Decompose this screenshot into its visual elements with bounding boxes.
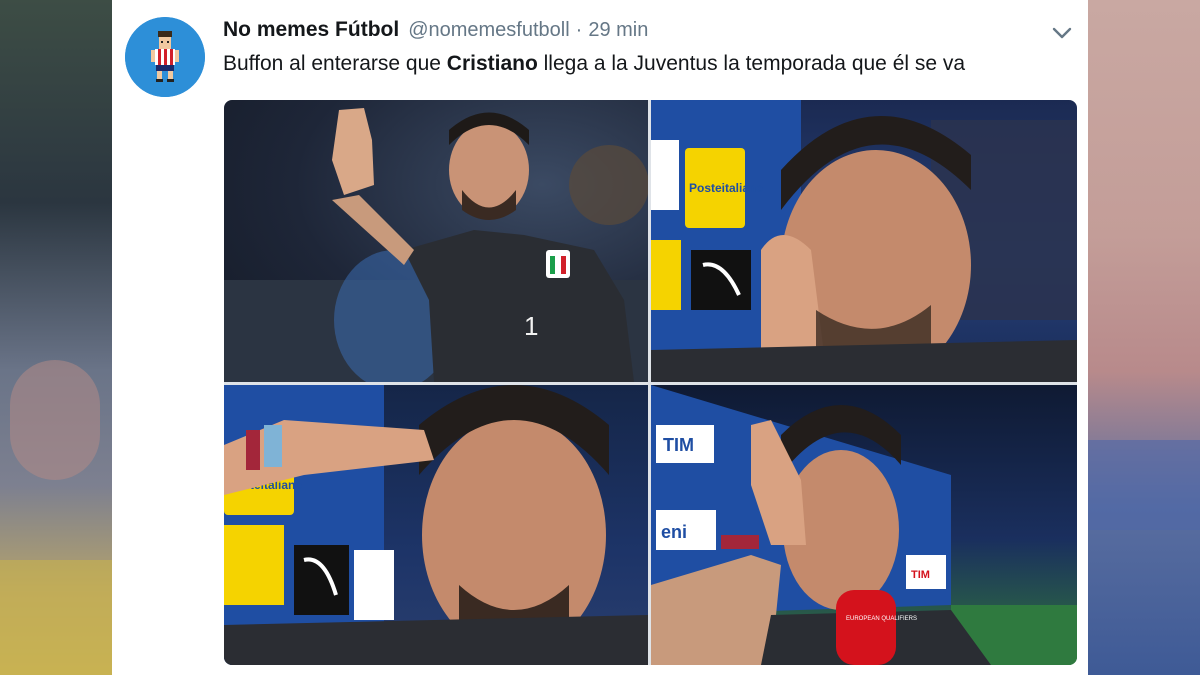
jersey-number: 1 [524, 311, 538, 341]
blurred-background-right [1088, 0, 1200, 675]
tweet-header: No memes Fútbol @nomemesfutboll · 29 min [223, 18, 648, 44]
media-photo-1[interactable]: 1 [224, 100, 648, 382]
media-photo-4[interactable]: TIM eni TIM EUROPEAN QUALIFIERS [651, 385, 1077, 665]
display-name[interactable]: No memes Fútbol [223, 18, 399, 42]
sponsor-board-eni: eni [661, 522, 687, 542]
tweet-card[interactable]: No memes Fútbol @nomemesfutboll · 29 min… [112, 0, 1088, 675]
chevron-down-icon[interactable] [1050, 24, 1074, 42]
timestamp[interactable]: 29 min [588, 19, 648, 42]
mic-flag-text: EUROPEAN QUALIFIERS [846, 616, 917, 622]
tweet-text: Buffon al enterarse que Cristiano llega … [223, 52, 965, 76]
media-photo-2[interactable]: Posteitaliane [651, 100, 1077, 382]
tweet-text-start: Buffon al enterarse que [223, 52, 447, 75]
separator-dot: · [575, 19, 583, 41]
sponsor-board-tim: TIM [663, 435, 694, 455]
sponsor-board-text: Posteitaliane [689, 181, 763, 195]
tweet-text-bold: Cristiano [446, 52, 538, 75]
tweet-media-grid[interactable]: 1 Posteitaliane Posteitaliane TIM eni TI… [224, 100, 1077, 665]
user-avatar-icon[interactable] [125, 17, 205, 97]
sponsor-board-tim-2: TIM [911, 569, 930, 581]
tweet-text-end: llega a la Juventus la temporada que él … [537, 52, 966, 75]
blurred-background-left [0, 0, 112, 675]
media-photo-3[interactable]: Posteitaliane [224, 385, 648, 665]
user-handle[interactable]: @nomemesfutboll [408, 19, 569, 42]
